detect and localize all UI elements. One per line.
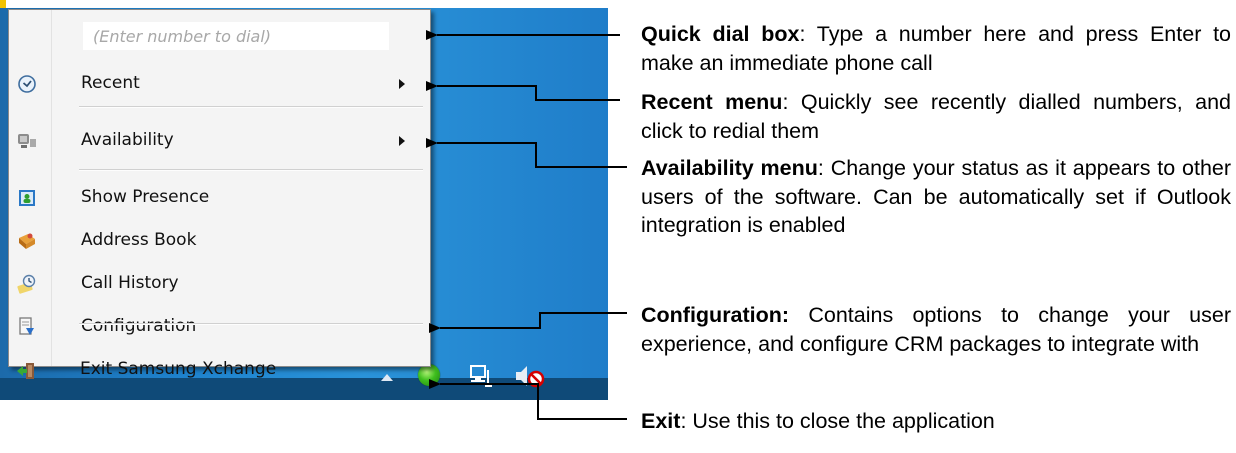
menu-item-address-book[interactable]: Address Book	[11, 223, 428, 259]
menu-separator	[79, 169, 423, 171]
menu-item-label: Call History	[81, 273, 179, 293]
menu-item-show-presence[interactable]: Show Presence	[11, 180, 428, 216]
menu-item-exit[interactable]: Exit Samsung Xchange	[10, 355, 427, 385]
menu-separator	[79, 106, 423, 108]
configuration-icon	[19, 317, 34, 335]
menu-item-label: Exit Samsung Xchange	[80, 359, 277, 379]
availability-icon	[18, 134, 36, 148]
submenu-arrow-icon	[399, 136, 405, 146]
quick-dial-input[interactable]	[83, 22, 389, 50]
annotation-availability-menu: Availability menu: Change your status as…	[641, 154, 1231, 240]
clock-icon	[18, 75, 36, 93]
annotation-title: Configuration:	[641, 303, 790, 327]
presence-icon	[19, 190, 35, 206]
tray-context-menu: Recent Availability Show Prese	[8, 9, 431, 367]
annotation-title: Recent menu	[641, 90, 783, 114]
annotation-quick-dial: Quick dial box: Type a number here and p…	[641, 20, 1231, 77]
annotation-title: Exit	[641, 409, 681, 433]
annotation-title: Quick dial box	[641, 22, 800, 46]
menu-item-call-history[interactable]: Call History	[11, 266, 428, 302]
annotation-exit: Exit: Use this to close the application	[641, 407, 1231, 436]
annotation-recent-menu: Recent menu: Quickly see recently dialle…	[641, 88, 1231, 145]
menu-separator	[79, 323, 423, 325]
menu-item-availability[interactable]: Availability	[11, 123, 428, 159]
menu-item-label: Configuration	[81, 316, 197, 336]
network-icon[interactable]	[468, 364, 494, 388]
call-history-icon	[17, 274, 36, 294]
desktop-top-strip	[0, 0, 608, 8]
menu-item-configuration[interactable]: Configuration	[11, 309, 428, 345]
windows-desktop: Recent Availability Show Prese	[0, 0, 608, 400]
annotation-configuration: Configuration: Contains options to chang…	[641, 301, 1231, 358]
address-book-icon	[19, 233, 35, 249]
annotation-title: Availability menu	[641, 156, 818, 180]
menu-item-recent[interactable]: Recent	[11, 66, 428, 102]
menu-item-label: Show Presence	[81, 187, 210, 207]
exit-icon	[17, 363, 34, 379]
volume-muted-icon[interactable]	[514, 364, 554, 388]
menu-item-label: Recent	[81, 73, 140, 93]
menu-item-label: Address Book	[81, 230, 197, 250]
menu-item-label: Availability	[81, 130, 174, 150]
submenu-arrow-icon	[399, 79, 405, 89]
annotation-text: Use this to close the application	[686, 409, 995, 433]
